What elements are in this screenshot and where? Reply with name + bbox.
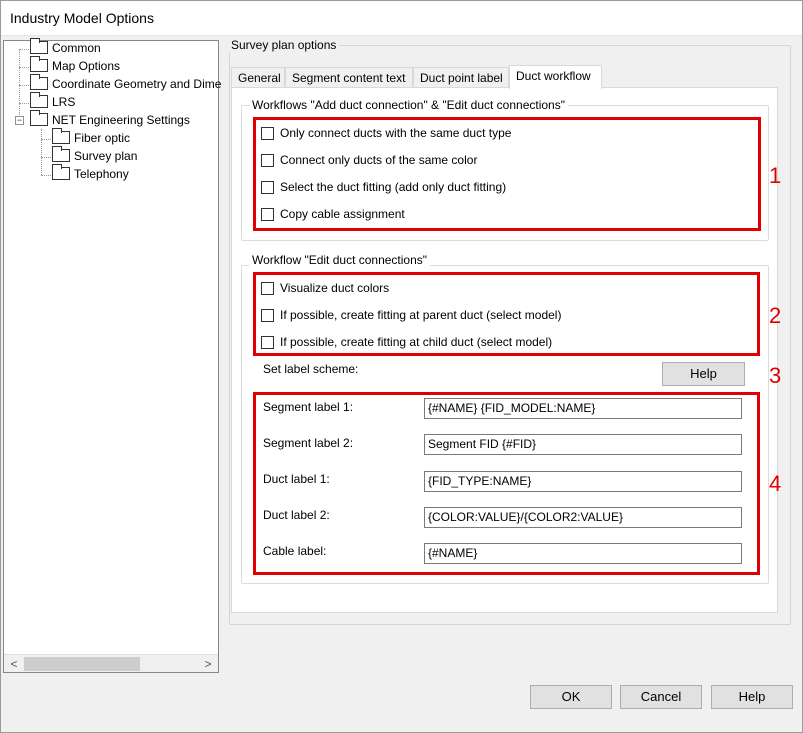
tree-item-label: LRS: [52, 95, 76, 109]
tree-item-label: Fiber optic: [74, 131, 131, 145]
scroll-right-icon[interactable]: >: [200, 656, 216, 672]
tree-item-label: Map Options: [52, 59, 121, 73]
annotation-number-1: 1: [769, 163, 782, 188]
annotation-box-1: [253, 117, 761, 231]
window-title: Industry Model Options: [10, 10, 154, 26]
label-scheme-help-button[interactable]: Help: [662, 362, 745, 386]
help-button[interactable]: Help: [711, 685, 793, 709]
tab-general[interactable]: General: [231, 67, 285, 88]
ok-button[interactable]: OK: [530, 685, 612, 709]
label-scheme-heading: Set label scheme:: [263, 362, 359, 376]
scrollbar-thumb[interactable]: [24, 657, 140, 671]
folder-icon: [30, 92, 48, 108]
tree-connector: [41, 129, 42, 175]
scroll-left-icon[interactable]: <: [6, 656, 22, 672]
annotation-number-4: 4: [769, 471, 782, 496]
group-label: Workflow "Edit duct connections": [249, 253, 431, 267]
options-tree[interactable]: Common Map Options Coordinate Geometry a…: [3, 38, 222, 673]
tree-item-label: Common: [52, 41, 101, 55]
folder-icon: [30, 56, 48, 72]
annotation-box-2: [253, 272, 760, 356]
group-label: Workflows "Add duct connection" & "Edit …: [249, 98, 568, 112]
title-bar: Industry Model Options: [0, 0, 803, 36]
folder-icon: [30, 110, 48, 126]
collapse-icon[interactable]: −: [15, 116, 24, 125]
folder-icon: [52, 128, 70, 144]
folder-icon: [30, 74, 48, 90]
annotation-box-4: [253, 392, 760, 575]
tree-horizontal-scrollbar[interactable]: < >: [4, 654, 218, 672]
annotation-number-2: 2: [769, 303, 782, 328]
folder-icon: [52, 164, 70, 180]
cancel-button[interactable]: Cancel: [620, 685, 702, 709]
folder-icon: [30, 38, 48, 54]
tree-item-label: Telephony: [74, 167, 129, 181]
tree-item-label: Coordinate Geometry and Dime: [52, 77, 222, 91]
group-title: Survey plan options: [228, 38, 340, 52]
folder-icon: [52, 146, 70, 162]
tree-item-label: Survey plan: [74, 149, 138, 163]
tab-duct-workflow[interactable]: Duct workflow: [509, 65, 602, 89]
tab-duct-point-label[interactable]: Duct point label: [413, 67, 509, 88]
annotation-number-3: 3: [769, 363, 782, 388]
tab-segment-content-text[interactable]: Segment content text: [285, 67, 413, 88]
tree-item-label: NET Engineering Settings: [52, 113, 190, 127]
